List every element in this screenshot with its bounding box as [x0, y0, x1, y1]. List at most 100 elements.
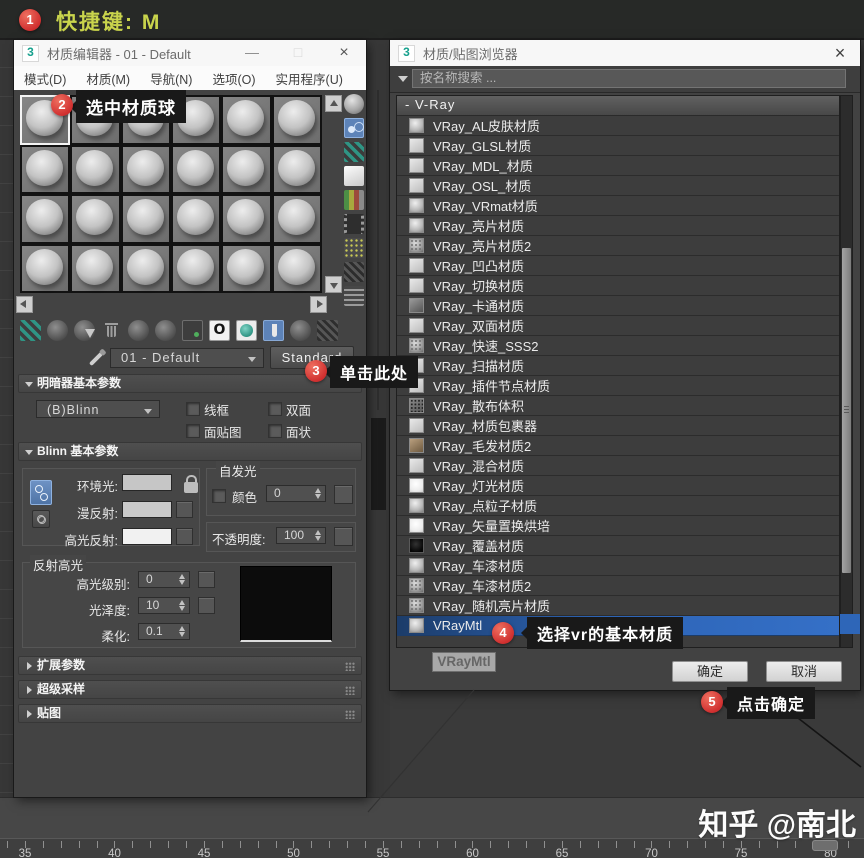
material-list-item[interactable]: VRay_OSL_材质 [397, 176, 839, 196]
material-sample-slot[interactable] [20, 244, 70, 294]
self-illum-spinner[interactable]: 0 [266, 485, 326, 502]
palette-scroll-right-button[interactable] [310, 296, 327, 313]
reset-map-icon[interactable] [101, 320, 122, 341]
rollout-supersampling[interactable]: 超级采样 [18, 680, 362, 699]
material-id-channel-icon[interactable] [209, 320, 230, 341]
material-list-item[interactable]: VRay_亮片材质 [397, 216, 839, 236]
select-by-material-icon[interactable] [344, 262, 364, 282]
menu-item-utilities[interactable]: 实用程序(U) [276, 69, 343, 88]
diffuse-color-swatch[interactable] [122, 501, 172, 518]
chevron-down-icon[interactable] [398, 76, 408, 87]
self-illum-color-checkbox[interactable] [212, 489, 226, 503]
lock-icon[interactable] [184, 482, 198, 493]
pick-material-eyedropper-icon[interactable] [89, 352, 103, 366]
shader-type-dropdown[interactable]: (B)Blinn [36, 400, 160, 418]
faceted-checkbox[interactable] [268, 424, 282, 438]
close-icon[interactable]: × [830, 43, 850, 64]
show-shaded-in-viewport-icon[interactable] [236, 320, 257, 341]
material-sample-slot[interactable] [221, 145, 271, 195]
lock-ambient-diffuse-button[interactable] [30, 480, 52, 505]
diffuse-map-button[interactable] [176, 501, 193, 518]
material-name-dropdown[interactable]: 01 - Default [110, 348, 264, 368]
video-color-check-icon[interactable] [344, 190, 364, 210]
material-sample-slot[interactable] [272, 244, 322, 294]
rollout-blinn-basic-params[interactable]: Blinn 基本参数 [18, 442, 362, 461]
put-material-to-scene-icon[interactable] [47, 320, 68, 341]
material-sample-slot[interactable] [171, 194, 221, 244]
material-list-item[interactable]: VRay_散布体积 [397, 396, 839, 416]
palette-scroll-left-button[interactable] [16, 296, 33, 313]
palette-scroll-up-button[interactable] [325, 95, 342, 112]
palette-scroll-down-button[interactable] [325, 276, 342, 293]
material-sample-slot[interactable] [171, 244, 221, 294]
go-to-parent-icon[interactable] [290, 320, 311, 341]
lock-diffuse-specular-button[interactable] [32, 510, 50, 528]
material-list-item[interactable]: VRay_切换材质 [397, 276, 839, 296]
sample-type-sphere-icon[interactable] [344, 94, 364, 114]
material-list-item[interactable]: VRay_插件节点材质 [397, 376, 839, 396]
soften-spinner[interactable]: 0.1 [138, 623, 190, 640]
material-list-item[interactable]: VRay_灯光材质 [397, 476, 839, 496]
material-list-item[interactable]: VRay_GLSL材质 [397, 136, 839, 156]
specular-map-button[interactable] [176, 528, 193, 545]
menu-item-mode[interactable]: 模式(D) [24, 69, 66, 88]
make-unique-icon[interactable] [155, 320, 176, 341]
opacity-spinner[interactable]: 100 [276, 527, 326, 544]
wire-checkbox[interactable] [186, 402, 200, 416]
backlight-icon[interactable] [344, 118, 364, 138]
menu-item-options[interactable]: 选项(O) [212, 69, 255, 88]
rollout-maps[interactable]: 贴图 [18, 704, 362, 723]
drag-handle-icon[interactable] [345, 686, 355, 695]
make-preview-icon[interactable] [344, 214, 364, 234]
material-sample-slot[interactable] [70, 244, 120, 294]
material-sample-slot[interactable] [221, 194, 271, 244]
material-sample-slot[interactable] [121, 244, 171, 294]
list-scrollbar[interactable] [840, 95, 853, 648]
material-sample-slot[interactable] [221, 95, 271, 145]
close-icon[interactable]: × [334, 44, 354, 62]
material-sample-slot[interactable] [221, 244, 271, 294]
menu-item-navigation[interactable]: 导航(N) [150, 69, 192, 88]
material-sample-slot[interactable] [171, 145, 221, 195]
assign-material-to-selection-icon[interactable] [74, 320, 95, 341]
material-list-item[interactable]: VRay_点粒子材质 [397, 496, 839, 516]
material-group-header[interactable]: - V-Ray [397, 96, 839, 116]
face-map-checkbox[interactable] [186, 424, 200, 438]
material-list-item[interactable]: VRay_覆盖材质 [397, 536, 839, 556]
material-list-item[interactable]: VRay_MDL_材质 [397, 156, 839, 176]
rollout-extended-params[interactable]: 扩展参数 [18, 656, 362, 675]
specular-color-swatch[interactable] [122, 528, 172, 545]
material-list-item[interactable]: VRay_毛发材质2 [397, 436, 839, 456]
material-sample-slot[interactable] [272, 145, 322, 195]
material-sample-slot[interactable] [121, 145, 171, 195]
material-list-item[interactable]: VRay_车漆材质 [397, 556, 839, 576]
get-material-icon[interactable] [20, 320, 41, 341]
glossiness-map-button[interactable] [198, 597, 215, 614]
material-list-item[interactable]: VRay_矢量置换烘培 [397, 516, 839, 536]
cancel-button[interactable]: 取消 [766, 661, 842, 682]
material-sample-slot[interactable] [272, 194, 322, 244]
minimize-button[interactable]: — [242, 44, 262, 60]
menu-item-material[interactable]: 材质(M) [86, 69, 130, 88]
put-to-library-icon[interactable] [182, 320, 203, 341]
drag-handle-icon[interactable] [345, 710, 355, 719]
material-sample-slot[interactable] [20, 145, 70, 195]
options-icon[interactable] [344, 238, 364, 258]
material-list-item[interactable]: VRay_VRmat材质 [397, 196, 839, 216]
material-sample-slot[interactable] [121, 194, 171, 244]
material-list-item[interactable]: VRay_亮片材质2 [397, 236, 839, 256]
material-list-item[interactable]: VRay_混合材质 [397, 456, 839, 476]
material-sample-slot[interactable] [272, 95, 322, 145]
maximize-button[interactable]: □ [288, 44, 308, 60]
material-list-item[interactable]: VRay_凹凸材质 [397, 256, 839, 276]
ambient-color-swatch[interactable] [122, 474, 172, 491]
make-material-copy-icon[interactable] [128, 320, 149, 341]
material-list-item[interactable]: VRay_车漆材质2 [397, 576, 839, 596]
go-forward-to-sibling-icon[interactable] [317, 320, 338, 341]
material-list-item[interactable]: VRay_AL皮肤材质 [397, 116, 839, 136]
scrollbar-thumb[interactable] [842, 248, 851, 573]
opacity-map-button[interactable] [334, 527, 353, 546]
material-list-item[interactable]: VRay_快速_SSS2 [397, 336, 839, 356]
material-sample-slot[interactable] [20, 194, 70, 244]
background-checker-icon[interactable] [344, 142, 364, 162]
